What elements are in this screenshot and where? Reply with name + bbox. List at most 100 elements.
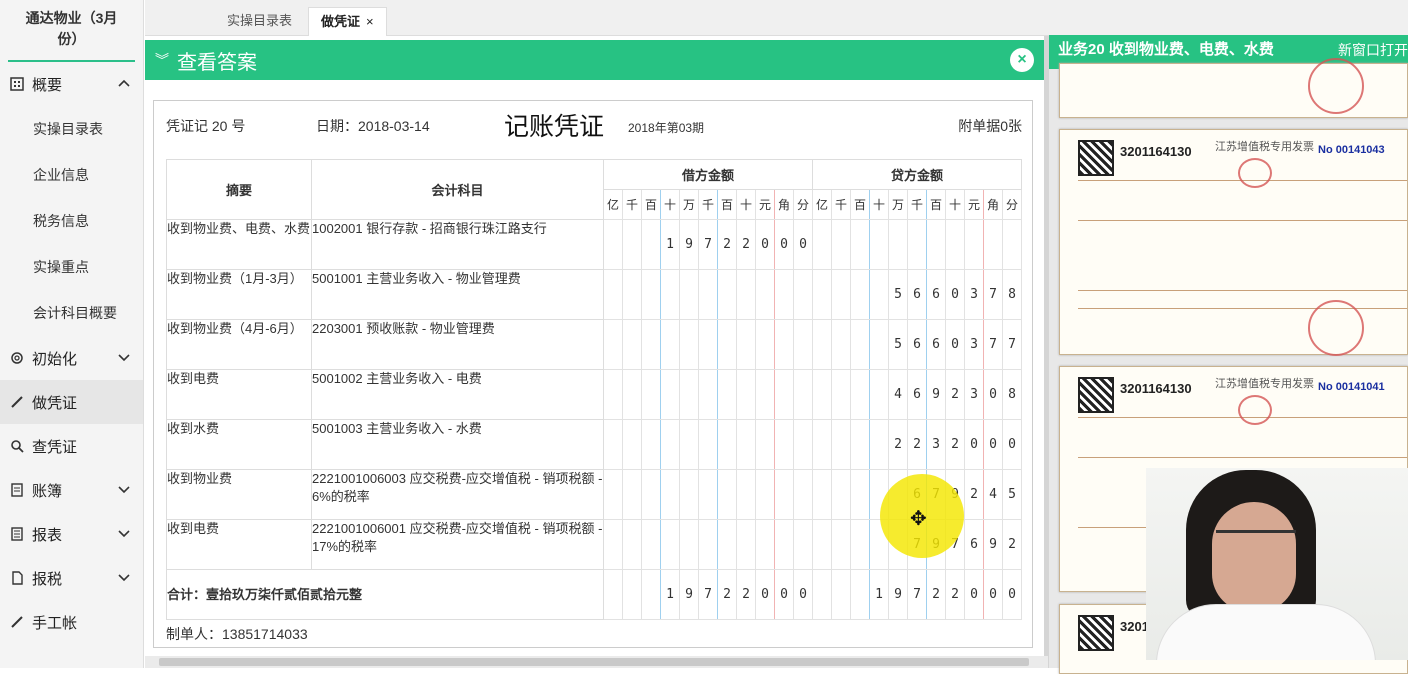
debit-digit[interactable] [679, 369, 699, 420]
debit-digit[interactable] [641, 419, 661, 470]
debit-digit[interactable] [603, 219, 623, 270]
debit-digit[interactable]: 9 [679, 219, 699, 270]
debit-digit[interactable] [755, 469, 775, 520]
total-debit-digit[interactable]: 1 [660, 569, 680, 620]
credit-digit[interactable]: 4 [983, 469, 1003, 520]
total-credit-digit[interactable] [812, 569, 832, 620]
debit-digit[interactable] [603, 369, 623, 420]
debit-digit[interactable] [660, 469, 680, 520]
debit-digit[interactable] [603, 269, 623, 320]
debit-digit[interactable] [736, 269, 756, 320]
debit-digit[interactable] [717, 419, 737, 470]
debit-digit[interactable] [660, 319, 680, 370]
credit-digit[interactable] [812, 419, 832, 470]
credit-digit[interactable] [983, 219, 1003, 270]
debit-digit[interactable] [736, 519, 756, 570]
nav-tax[interactable]: 报税 [0, 556, 143, 600]
credit-digit[interactable] [850, 469, 870, 520]
summary-cell[interactable]: 收到物业费 [166, 469, 312, 520]
credit-digit[interactable]: 7 [1002, 319, 1022, 370]
credit-digit[interactable]: 9 [926, 369, 946, 420]
debit-digit[interactable]: 1 [660, 219, 680, 270]
total-credit-digit[interactable]: 2 [926, 569, 946, 620]
credit-digit[interactable] [926, 219, 946, 270]
credit-digit[interactable]: 2 [945, 419, 965, 470]
credit-digit[interactable]: 2 [964, 469, 984, 520]
credit-digit[interactable]: 0 [964, 419, 984, 470]
debit-digit[interactable] [698, 319, 718, 370]
nav-overview[interactable]: 概要 [0, 62, 143, 106]
credit-digit[interactable]: 0 [983, 419, 1003, 470]
horizontal-scrollbar[interactable] [145, 656, 1048, 668]
nav-query-voucher[interactable]: 查凭证 [0, 424, 143, 468]
credit-digit[interactable] [869, 419, 889, 470]
debit-digit[interactable] [641, 469, 661, 520]
credit-digit[interactable] [850, 369, 870, 420]
credit-digit[interactable]: 5 [888, 269, 908, 320]
credit-digit[interactable]: 8 [1002, 269, 1022, 320]
debit-digit[interactable] [755, 369, 775, 420]
total-debit-digit[interactable] [641, 569, 661, 620]
debit-digit[interactable] [755, 319, 775, 370]
credit-digit[interactable] [831, 219, 851, 270]
summary-cell[interactable]: 收到水费 [166, 419, 312, 470]
credit-digit[interactable] [831, 519, 851, 570]
total-debit-digit[interactable]: 9 [679, 569, 699, 620]
account-cell[interactable]: 5001003 主营业务收入 - 水费 [311, 419, 604, 470]
credit-digit[interactable] [850, 419, 870, 470]
debit-digit[interactable]: 2 [736, 219, 756, 270]
credit-digit[interactable]: 9 [983, 519, 1003, 570]
credit-digit[interactable]: 4 [888, 369, 908, 420]
credit-digit[interactable]: 2 [888, 419, 908, 470]
debit-digit[interactable] [698, 269, 718, 320]
credit-digit[interactable] [831, 419, 851, 470]
total-credit-digit[interactable] [850, 569, 870, 620]
debit-digit[interactable] [793, 469, 813, 520]
debit-digit[interactable] [755, 269, 775, 320]
debit-digit[interactable] [660, 269, 680, 320]
debit-digit[interactable] [793, 519, 813, 570]
credit-digit[interactable]: 0 [945, 319, 965, 370]
credit-digit[interactable] [869, 219, 889, 270]
credit-digit[interactable]: 0 [1002, 419, 1022, 470]
debit-digit[interactable] [774, 419, 794, 470]
nav-company-info[interactable]: 企业信息 [0, 152, 143, 198]
credit-digit[interactable]: 0 [983, 369, 1003, 420]
debit-digit[interactable]: 2 [717, 219, 737, 270]
credit-digit[interactable] [945, 219, 965, 270]
credit-digit[interactable] [907, 219, 927, 270]
debit-digit[interactable] [774, 519, 794, 570]
credit-digit[interactable] [831, 469, 851, 520]
debit-digit[interactable] [622, 419, 642, 470]
debit-digit[interactable]: 0 [755, 219, 775, 270]
credit-digit[interactable] [812, 519, 832, 570]
debit-digit[interactable] [698, 369, 718, 420]
account-cell[interactable]: 1002001 银行存款 - 招商银行珠江路支行 [311, 219, 604, 270]
credit-digit[interactable] [850, 219, 870, 270]
credit-digit[interactable] [812, 269, 832, 320]
debit-digit[interactable] [736, 469, 756, 520]
debit-digit[interactable] [641, 369, 661, 420]
total-credit-digit[interactable]: 0 [964, 569, 984, 620]
credit-digit[interactable] [812, 219, 832, 270]
debit-digit[interactable] [774, 369, 794, 420]
total-credit-digit[interactable]: 0 [983, 569, 1003, 620]
credit-digit[interactable]: 6 [907, 269, 927, 320]
credit-digit[interactable] [831, 369, 851, 420]
debit-digit[interactable] [755, 419, 775, 470]
view-answer-bar[interactable]: ︾ 查看答案 × [145, 40, 1044, 80]
nav-key-points[interactable]: 实操重点 [0, 244, 143, 290]
debit-digit[interactable] [698, 519, 718, 570]
debit-digit[interactable] [641, 219, 661, 270]
debit-digit[interactable] [603, 319, 623, 370]
debit-digit[interactable] [736, 419, 756, 470]
credit-digit[interactable] [850, 269, 870, 320]
summary-cell[interactable]: 收到物业费、电费、水费 [166, 219, 312, 270]
total-credit-digit[interactable]: 7 [907, 569, 927, 620]
debit-digit[interactable] [793, 419, 813, 470]
account-cell[interactable]: 2221001006001 应交税费-应交增值税 - 销项税额 - 17%的税率 [311, 519, 604, 570]
debit-digit[interactable] [774, 319, 794, 370]
debit-digit[interactable] [717, 369, 737, 420]
credit-digit[interactable]: 8 [1002, 369, 1022, 420]
total-credit-digit[interactable]: 2 [945, 569, 965, 620]
